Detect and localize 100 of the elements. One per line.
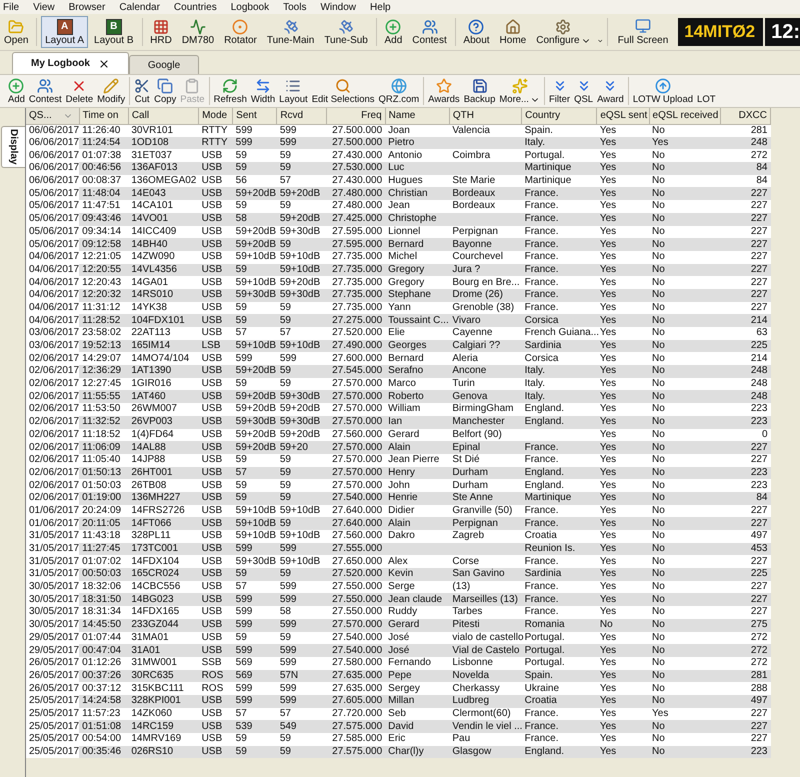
menu-item[interactable]: File [3, 0, 20, 14]
menu-item[interactable]: Help [370, 0, 391, 14]
toolbar-button[interactable]: Tune-Main [262, 16, 318, 48]
column-header[interactable]: QS... [26, 108, 80, 124]
toolbar-button[interactable]: QRZ.com [376, 75, 422, 107]
menu-item[interactable]: Window [320, 0, 356, 14]
table-cell: 00:54:00 [79, 733, 128, 746]
toolbar-button[interactable]: Layout [277, 75, 310, 107]
table-cell: No [649, 479, 720, 492]
fullscreen-button[interactable]: Full Screen [612, 16, 674, 48]
menu-item[interactable]: Countries [174, 0, 217, 14]
table-cell: Vendin le viel ... [449, 720, 522, 733]
toolbar-button[interactable]: QSL [572, 75, 596, 107]
table-cell: 26/05/2017 [26, 670, 80, 682]
table-cell: 59 [276, 733, 327, 746]
column-header[interactable]: eQSL received [649, 108, 720, 124]
table-cell: 57 [276, 327, 327, 340]
toolbar-button[interactable]: Cut [132, 75, 152, 107]
tab[interactable]: Google [128, 55, 200, 74]
column-header[interactable]: eQSL sent [596, 108, 650, 124]
menu-item[interactable]: Tools [283, 0, 306, 14]
column-header[interactable]: Mode [198, 108, 233, 124]
table-cell: No [649, 466, 720, 480]
table-cell: 01:07:38 [79, 149, 128, 162]
table-cell: vialo de castello [449, 632, 522, 644]
table-cell: France. [522, 212, 597, 226]
menu-item[interactable]: View [33, 0, 55, 14]
table-cell: 59 [232, 568, 277, 581]
column-header[interactable]: QTH [449, 108, 522, 124]
toolbar-button[interactable]: More... [497, 75, 542, 107]
table-cell: Yes [596, 441, 650, 454]
toolbar-button[interactable]: Tune-Sub [320, 16, 372, 48]
table-cell: 27.570.000 [326, 390, 386, 404]
toolbar-button[interactable]: Rotator [220, 16, 261, 48]
column-header[interactable]: Name [385, 108, 450, 124]
toolbar-button[interactable]: LOT [695, 75, 718, 107]
column-header[interactable]: Sent [232, 108, 277, 124]
table-cell: 599 [276, 644, 327, 657]
column-header[interactable]: DXCC [720, 108, 770, 124]
table-cell: Perpignan [449, 517, 522, 530]
close-icon[interactable] [98, 58, 110, 70]
toolbar-button[interactable]: Contest [26, 75, 64, 107]
table-cell: 56 [232, 174, 277, 188]
table-cell: 59+20dB [276, 276, 327, 289]
toolbar-button[interactable]: Award [595, 75, 626, 107]
table-cell: 59 [276, 517, 327, 530]
column-header[interactable]: Call [128, 108, 199, 124]
menu-item[interactable]: Browser [68, 0, 106, 14]
table-cell: 27.540.000 [326, 644, 386, 657]
table-cell: Portugal. [522, 149, 597, 162]
table-cell: Yes [596, 656, 650, 670]
toolbar-button[interactable]: A Layout A [41, 16, 88, 48]
table-cell: France. [522, 606, 597, 619]
table-cell: 05/06/2017 [26, 238, 80, 251]
toolbar-button[interactable]: Delete [64, 75, 96, 107]
side-tab[interactable]: Display [1, 126, 25, 168]
table-cell: 27.570.000 [326, 378, 386, 390]
toolbar-button[interactable]: Contest [408, 16, 451, 48]
toolbar-button[interactable]: Configure [532, 16, 595, 48]
table-cell: Kevin [385, 568, 450, 581]
menu-item[interactable]: Logbook [230, 0, 270, 14]
table-cell: 14AL88 [128, 441, 199, 454]
table-cell: Henry [385, 466, 450, 480]
tab[interactable]: My Logbook [12, 52, 129, 74]
toolbar-button[interactable]: Add [380, 16, 406, 48]
menu-item[interactable]: Calendar [119, 0, 160, 14]
toolbar-button[interactable]: Filter [546, 75, 572, 107]
column-header[interactable]: Country [522, 108, 597, 124]
table-cell: Ste Anne [449, 492, 522, 505]
table-cell: Romania [522, 618, 597, 632]
toolbar-button[interactable]: Refresh [212, 75, 249, 107]
toolbar-button[interactable]: About [459, 16, 494, 48]
table-cell: 12:20:55 [79, 264, 128, 276]
toolbar-button[interactable]: Copy [152, 75, 178, 107]
toolbar-button[interactable]: LOTW Upload [630, 75, 696, 107]
column-header[interactable]: Time on [79, 108, 128, 124]
table-cell: Alex [385, 555, 450, 568]
toolbar-button[interactable]: B Layout B [90, 16, 138, 48]
table-cell: 227 [720, 580, 770, 594]
table-cell: Clermont(60) [449, 708, 522, 720]
toolbar-button[interactable]: Home [496, 16, 530, 48]
toolbar-button[interactable]: Backup [462, 75, 498, 107]
table-cell: 11:55:55 [79, 390, 128, 404]
table-cell: France. [522, 733, 597, 746]
table-cell: 11:57:23 [79, 708, 128, 720]
table-cell: 27.430.000 [326, 174, 386, 188]
toolbar-button[interactable]: Open [0, 16, 32, 48]
table-cell: William [385, 403, 450, 416]
toolbar-button[interactable]: Edit Selections [310, 75, 377, 107]
toolbar-button[interactable]: Awards [426, 75, 462, 107]
toolbar-button[interactable]: Modify [95, 75, 128, 107]
toolbar-button[interactable]: Width [248, 75, 278, 107]
table-cell: Ancone [449, 365, 522, 378]
toolbar-button[interactable]: Add [6, 75, 27, 107]
toolbar-button[interactable]: DM780 [178, 16, 218, 48]
table-cell: France. [522, 504, 597, 518]
column-header[interactable]: Rcvd [276, 108, 327, 124]
toolbar-button[interactable]: HRD [146, 16, 176, 48]
table-cell: 00:47:04 [79, 644, 128, 657]
column-header[interactable]: Freq [326, 108, 386, 124]
